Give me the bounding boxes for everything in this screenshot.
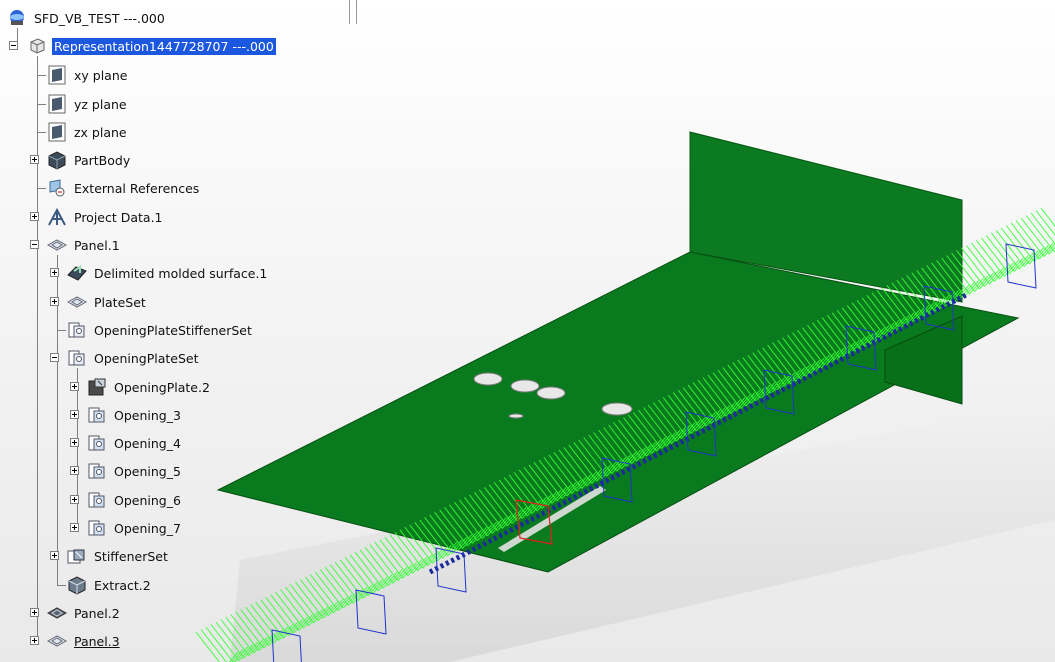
tree-node-plateset[interactable]: PlateSet (66, 292, 148, 312)
expand-toggle[interactable] (50, 551, 59, 560)
extract-icon (66, 575, 88, 595)
plane-icon (46, 94, 68, 114)
tree-node-opening-3[interactable]: Opening_3 (86, 405, 183, 425)
tree-line (37, 132, 46, 133)
tree-line (37, 104, 46, 105)
tree-node-partbody[interactable]: PartBody (46, 150, 132, 170)
opening-set-icon (66, 348, 88, 368)
opening-hole (601, 402, 633, 416)
collapse-toggle[interactable] (50, 353, 59, 362)
tree-node-zx-plane[interactable]: zx plane (46, 122, 129, 142)
expand-toggle[interactable] (30, 212, 39, 221)
tree-node-external-references[interactable]: External References (46, 178, 201, 198)
tree-label: SFD_VB_TEST ---.000 (34, 10, 165, 26)
plate-set-icon (66, 292, 88, 312)
tree-label: OpeningPlate.2 (114, 379, 210, 395)
tree-node-representation[interactable]: Representation1447728707 ---.000 (26, 36, 276, 56)
collapse-toggle[interactable] (9, 41, 18, 50)
surface-icon (66, 263, 88, 283)
tree-label: Opening_6 (114, 492, 181, 508)
tree-label: Opening_5 (114, 463, 181, 479)
tree-label: Delimited molded surface.1 (94, 265, 268, 281)
expand-toggle[interactable] (70, 438, 79, 447)
part-icon (26, 36, 48, 56)
expand-toggle[interactable] (70, 523, 79, 532)
tree-node-opening-4[interactable]: Opening_4 (86, 433, 183, 453)
tree-line (37, 56, 38, 641)
expand-toggle[interactable] (70, 410, 79, 419)
opening-icon (86, 433, 108, 453)
panel-icon (46, 603, 68, 623)
tree-label: Opening_4 (114, 435, 181, 451)
opening-hole (536, 386, 566, 400)
opening-icon (86, 490, 108, 510)
tree-label: Opening_7 (114, 520, 181, 536)
tree-node-opening-7[interactable]: Opening_7 (86, 518, 183, 538)
external-references-icon (46, 178, 68, 198)
opening-hole (473, 372, 503, 386)
tree-line (37, 75, 46, 76)
expand-toggle[interactable] (70, 382, 79, 391)
tree-node-panel-3[interactable]: Panel.3 (46, 631, 122, 651)
opening-hole (508, 413, 524, 419)
tree-label: Project Data.1 (74, 209, 163, 225)
tree-line (77, 368, 78, 528)
tree-label: PlateSet (94, 294, 146, 310)
tree-node-root[interactable]: SFD_VB_TEST ---.000 (6, 8, 167, 28)
expand-toggle[interactable] (50, 297, 59, 306)
opening-icon (86, 461, 108, 481)
body-icon (46, 150, 68, 170)
tree-node-panel-2[interactable]: Panel.2 (46, 603, 122, 623)
tree-line (57, 330, 66, 331)
tree-label: StiffenerSet (94, 548, 168, 564)
tree-node-delimited-surface[interactable]: Delimited molded surface.1 (66, 263, 269, 283)
expand-toggle[interactable] (50, 268, 59, 277)
expand-toggle[interactable] (30, 155, 39, 164)
tree-node-opening-plate-2[interactable]: OpeningPlate.2 (86, 377, 212, 397)
expand-toggle[interactable] (70, 495, 79, 504)
collapse-toggle[interactable] (30, 240, 39, 249)
tree-label: PartBody (74, 152, 131, 168)
tree-label: Panel.1 (74, 237, 120, 253)
expand-toggle[interactable] (30, 608, 39, 617)
product-icon (6, 8, 28, 28)
tree-line (57, 585, 66, 586)
tree-label: External References (74, 180, 200, 196)
opening-icon (86, 405, 108, 425)
panel-icon (46, 631, 68, 651)
tree-label: OpeningPlateSet (94, 350, 199, 366)
plane-icon (46, 122, 68, 142)
tree-node-stiffener-set[interactable]: StiffenerSet (66, 546, 170, 566)
tree-node-opening-plate-stiffener-set[interactable]: OpeningPlateStiffenerSet (66, 320, 254, 340)
tree-node-panel-1[interactable]: Panel.1 (46, 235, 122, 255)
opening-plate-icon (86, 377, 108, 397)
tree-node-project-data[interactable]: Project Data.1 (46, 207, 165, 227)
tree-label: zx plane (74, 124, 127, 140)
tree-label: OpeningPlateStiffenerSet (94, 322, 252, 338)
panel-icon (46, 235, 68, 255)
tree-label: Opening_3 (114, 407, 181, 423)
specification-tree: SFD_VB_TEST ---.000 Representation144772… (0, 0, 360, 662)
tree-label: Extract.2 (94, 577, 151, 593)
tree-node-opening-5[interactable]: Opening_5 (86, 461, 183, 481)
expand-toggle[interactable] (70, 466, 79, 475)
tree-node-extract-2[interactable]: Extract.2 (66, 575, 153, 595)
tree-label: Panel.2 (74, 605, 120, 621)
tree-label: yz plane (74, 96, 127, 112)
tree-line (37, 188, 46, 189)
tree-node-xy-plane[interactable]: xy plane (46, 65, 129, 85)
expand-toggle[interactable] (30, 636, 39, 645)
opening-hole (510, 379, 540, 393)
tree-node-opening-6[interactable]: Opening_6 (86, 490, 183, 510)
stiffener-set-icon (66, 546, 88, 566)
plane-icon (46, 65, 68, 85)
tree-label: Panel.3 (74, 633, 120, 649)
tree-label: Representation1447728707 ---.000 (52, 37, 276, 55)
tree-node-yz-plane[interactable]: yz plane (46, 94, 129, 114)
tree-label: xy plane (74, 67, 128, 83)
tree-node-opening-plate-set[interactable]: OpeningPlateSet (66, 348, 201, 368)
opening-set-icon (66, 320, 88, 340)
project-data-icon (46, 207, 68, 227)
opening-icon (86, 518, 108, 538)
